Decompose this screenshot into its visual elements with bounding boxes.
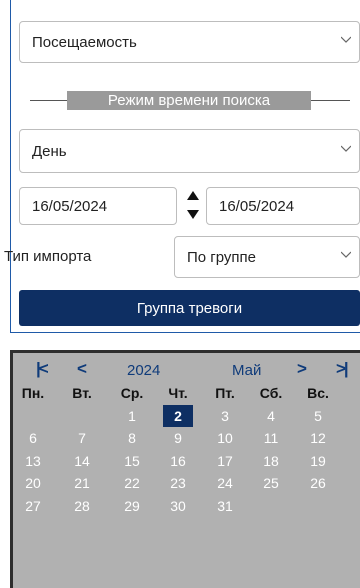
calendar-day[interactable]: 27 xyxy=(18,495,48,517)
calendar-day[interactable]: 24 xyxy=(210,472,240,494)
calendar-day[interactable]: 10 xyxy=(210,427,240,449)
triangle-down-icon[interactable] xyxy=(187,210,199,219)
report-type-value: Посещаемость xyxy=(32,33,137,51)
calendar-day[interactable]: 5 xyxy=(303,405,333,427)
calendar-nav: |< < 2024 Май > >| xyxy=(13,359,360,383)
weekday-label: Сб. xyxy=(259,385,283,401)
alarm-group-button[interactable]: Группа тревоги xyxy=(19,290,360,326)
calendar-day[interactable]: 28 xyxy=(67,495,97,517)
calendar-month[interactable]: Май xyxy=(232,362,261,379)
calendar: |< < 2024 Май > >| Пн. Вт. Ср. Чт. Пт. Сб. Вс.… xyxy=(10,350,360,588)
calendar-day[interactable]: 4 xyxy=(256,405,286,427)
calendar-day[interactable]: 6 xyxy=(18,427,48,449)
calendar-day[interactable]: 17 xyxy=(210,450,240,472)
calendar-day[interactable]: 13 xyxy=(18,450,48,472)
calendar-day[interactable]: 22 xyxy=(117,472,147,494)
import-type-value: По группе xyxy=(187,248,257,266)
calendar-day[interactable]: 7 xyxy=(67,427,97,449)
weekday-label: Ср. xyxy=(120,385,144,401)
weekday-label: Пт. xyxy=(215,385,235,401)
calendar-year[interactable]: 2024 xyxy=(127,362,160,379)
calendar-day[interactable]: 3 xyxy=(210,405,240,427)
weekday-label: Чт. xyxy=(168,385,188,401)
chevron-down-icon xyxy=(341,36,351,43)
search-mode-label: Режим времени поиска xyxy=(67,91,311,110)
date-to-field[interactable]: 16/05/2024 xyxy=(206,187,360,225)
weekday-label: Пн. xyxy=(21,385,45,401)
weekday-label: Вт. xyxy=(72,385,92,401)
calendar-day[interactable]: 8 xyxy=(117,427,147,449)
calendar-day[interactable]: 16 xyxy=(163,450,193,472)
calendar-day[interactable]: 26 xyxy=(303,472,333,494)
first-page-icon[interactable]: |< xyxy=(36,359,49,379)
import-type-label: Тип импорта xyxy=(4,248,92,265)
calendar-day[interactable]: 29 xyxy=(117,495,147,517)
date-from-field[interactable]: 16/05/2024 xyxy=(19,187,177,225)
calendar-day[interactable]: 31 xyxy=(210,495,240,517)
calendar-day[interactable]: 14 xyxy=(67,450,97,472)
chevron-right-icon[interactable]: > xyxy=(297,359,307,379)
calendar-day[interactable]: 19 xyxy=(303,450,333,472)
period-select[interactable]: День xyxy=(19,129,360,173)
calendar-day[interactable]: 18 xyxy=(256,450,286,472)
calendar-day[interactable]: 21 xyxy=(67,472,97,494)
import-type-select[interactable]: По группе xyxy=(174,236,360,278)
calendar-day[interactable]: 11 xyxy=(256,427,286,449)
calendar-day[interactable]: 20 xyxy=(18,472,48,494)
weekday-label: Вс. xyxy=(307,385,329,401)
calendar-day[interactable]: 23 xyxy=(163,472,193,494)
period-value: День xyxy=(32,142,67,160)
report-type-select[interactable]: Посещаемость xyxy=(19,21,360,63)
chevron-down-icon xyxy=(341,145,351,152)
calendar-day-selected[interactable]: 2 xyxy=(163,404,193,427)
last-page-icon[interactable]: >| xyxy=(336,359,349,379)
calendar-day[interactable]: 1 xyxy=(117,405,147,427)
calendar-day[interactable]: 30 xyxy=(163,495,193,517)
chevron-left-icon[interactable]: < xyxy=(77,359,87,379)
calendar-day[interactable]: 9 xyxy=(163,427,193,449)
calendar-day[interactable]: 25 xyxy=(256,472,286,494)
triangle-up-icon[interactable] xyxy=(187,191,199,200)
date-spinner[interactable] xyxy=(184,187,202,225)
chevron-down-icon xyxy=(341,251,351,258)
calendar-day[interactable]: 12 xyxy=(303,427,333,449)
calendar-day[interactable]: 15 xyxy=(117,450,147,472)
